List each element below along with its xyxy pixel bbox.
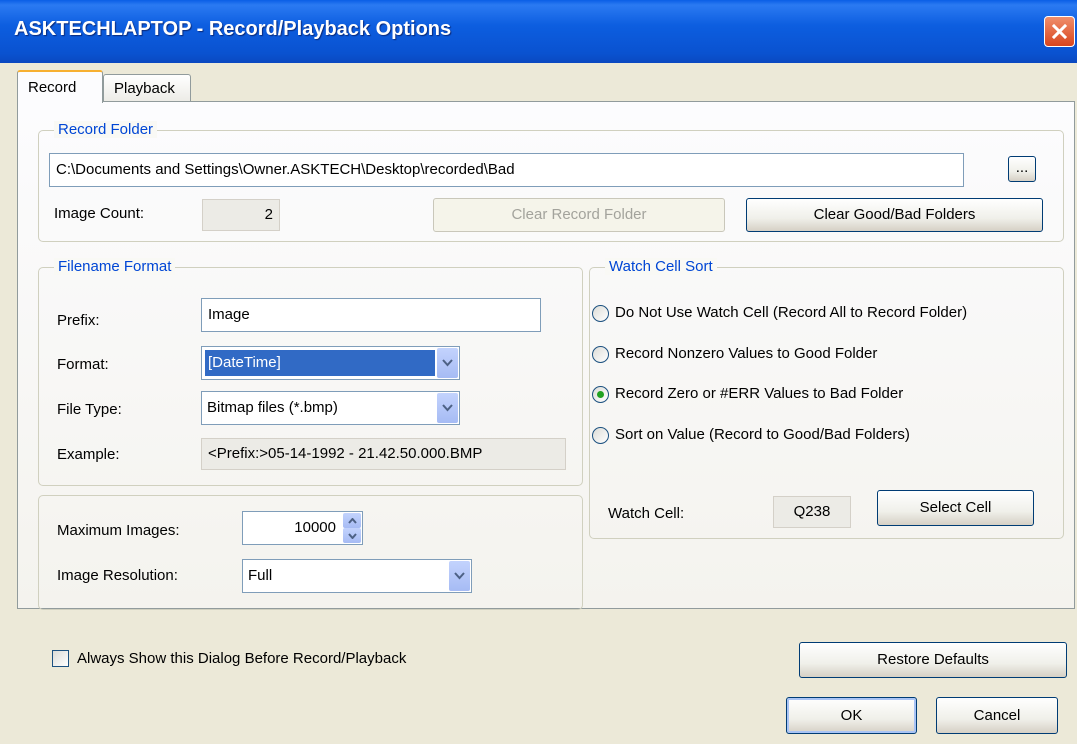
radio-button[interactable] xyxy=(592,427,609,444)
format-select[interactable]: [DateTime] xyxy=(201,346,460,380)
radio-button-selected[interactable] xyxy=(592,386,609,403)
format-select-value: [DateTime] xyxy=(205,350,435,376)
example-label: Example: xyxy=(57,446,120,463)
stepper-down-button[interactable] xyxy=(343,528,361,543)
chevron-down-icon xyxy=(454,572,465,580)
window-title: ASKTECHLAPTOP - Record/Playback Options xyxy=(14,18,452,40)
file-type-label: File Type: xyxy=(57,401,122,418)
image-resolution-label: Image Resolution: xyxy=(57,567,178,584)
always-show-checkbox[interactable] xyxy=(52,650,69,667)
browse-folder-button[interactable]: ... xyxy=(1008,156,1036,182)
prefix-label: Prefix: xyxy=(57,312,100,329)
image-resolution-value: Full xyxy=(248,567,273,584)
tab-record-label: Record xyxy=(28,79,77,96)
cancel-button[interactable]: Cancel xyxy=(936,697,1058,734)
file-type-select-value: Bitmap files (*.bmp) xyxy=(207,399,338,416)
watch-cell-sort-legend: Watch Cell Sort xyxy=(605,258,717,275)
close-button[interactable] xyxy=(1044,16,1075,47)
radio-option-label[interactable]: Record Zero or #ERR Values to Bad Folder xyxy=(615,385,903,402)
record-tab-panel: Record Folder C:\Documents and Settings\… xyxy=(17,101,1075,610)
radio-button[interactable] xyxy=(592,346,609,363)
select-cell-button[interactable]: Select Cell xyxy=(877,490,1034,526)
example-value: <Prefix:>05-14-1992 - 21.42.50.000.BMP xyxy=(201,438,566,470)
radio-option-label[interactable]: Sort on Value (Record to Good/Bad Folder… xyxy=(615,426,910,443)
record-folder-path-input[interactable]: C:\Documents and Settings\Owner.ASKTECH\… xyxy=(49,153,964,187)
radio-option-label[interactable]: Record Nonzero Values to Good Folder xyxy=(615,345,877,362)
format-dropdown-arrow[interactable] xyxy=(437,348,458,378)
chevron-down-icon xyxy=(442,359,453,367)
stepper-up-button[interactable] xyxy=(343,513,361,528)
radio-button[interactable] xyxy=(592,305,609,322)
clear-good-bad-folders-button[interactable]: Clear Good/Bad Folders xyxy=(746,198,1043,232)
prefix-input[interactable]: Image xyxy=(201,298,541,332)
record-folder-group: Record Folder C:\Documents and Settings\… xyxy=(38,121,1064,242)
always-show-label[interactable]: Always Show this Dialog Before Record/Pl… xyxy=(77,650,406,667)
restore-defaults-button[interactable]: Restore Defaults xyxy=(799,642,1067,678)
maximum-images-stepper[interactable]: 10000 xyxy=(242,511,363,545)
filename-format-legend: Filename Format xyxy=(54,258,176,275)
radio-option-label[interactable]: Do Not Use Watch Cell (Record All to Rec… xyxy=(615,304,967,321)
chevron-up-icon xyxy=(348,518,357,524)
chevron-down-icon xyxy=(348,533,357,539)
watch-cell-value: Q238 xyxy=(773,496,851,528)
maximum-images-value: 10000 xyxy=(294,519,336,536)
format-label: Format: xyxy=(57,356,109,373)
record-folder-legend: Record Folder xyxy=(54,121,158,138)
clear-record-folder-button[interactable]: Clear Record Folder xyxy=(433,198,725,232)
tab-playback-label: Playback xyxy=(114,80,175,97)
tab-record[interactable]: Record xyxy=(17,70,103,103)
watch-cell-label: Watch Cell: xyxy=(608,505,685,522)
tab-playback[interactable]: Playback xyxy=(103,74,191,102)
close-icon xyxy=(1051,23,1068,40)
file-type-select[interactable]: Bitmap files (*.bmp) xyxy=(201,391,460,425)
filename-format-group: Filename Format Prefix: Image Format: [D… xyxy=(38,258,583,486)
chevron-down-icon xyxy=(442,404,453,412)
images-group: Maximum Images: 10000 Image Resolution: … xyxy=(38,495,583,610)
image-count-value: 2 xyxy=(202,199,280,231)
file-type-dropdown-arrow[interactable] xyxy=(437,393,458,423)
ok-button[interactable]: OK xyxy=(786,697,917,734)
maximum-images-label: Maximum Images: xyxy=(57,522,180,539)
watch-cell-sort-group: Watch Cell Sort Do Not Use Watch Cell (R… xyxy=(589,258,1064,539)
title-bar[interactable]: ASKTECHLAPTOP - Record/Playback Options xyxy=(0,0,1077,63)
image-resolution-dropdown-arrow[interactable] xyxy=(449,561,470,591)
image-resolution-select[interactable]: Full xyxy=(242,559,472,593)
image-count-label: Image Count: xyxy=(54,205,145,222)
